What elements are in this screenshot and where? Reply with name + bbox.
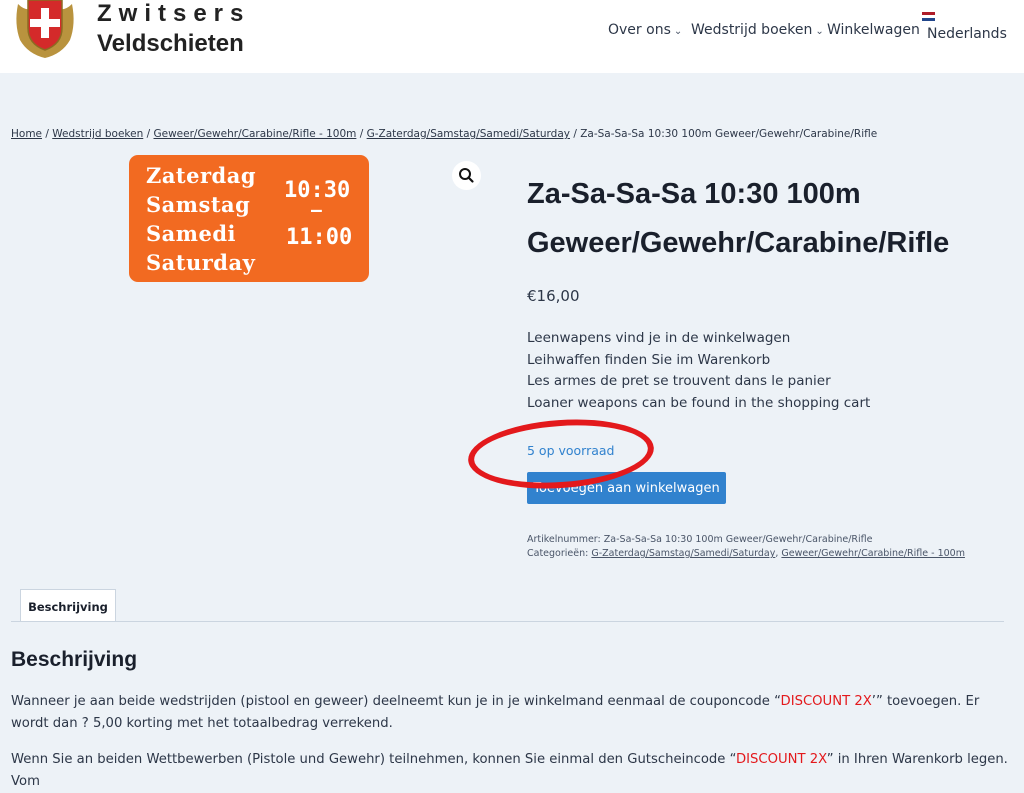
paragraph-text: Wenn Sie an beiden Wettbewerben (Pistole… [11, 752, 737, 767]
description-heading: Beschrijving [11, 648, 138, 671]
day-label: Samedi [146, 221, 237, 246]
description-line: Loaner weapons can be found in the shopp… [527, 395, 871, 412]
sku-label: Artikelnummer: [527, 534, 601, 545]
nav-item-wedstrijd-boeken[interactable]: Wedstrijd boeken ⌄ [691, 22, 824, 38]
breadcrumb-separator: / [45, 128, 49, 140]
categories-label: Categorieën: [527, 548, 589, 559]
product-meta: Artikelnummer: Za-Sa-Sa-Sa 10:30 100m Ge… [527, 533, 965, 561]
breadcrumb-link-rifle[interactable]: Geweer/Gewehr/Carabine/Rifle - 100m [154, 128, 357, 140]
breadcrumb-link-home[interactable]: Home [11, 128, 42, 140]
site-header: Zwitsers Veldschieten Over ons ⌄ Wedstrij… [0, 0, 1024, 73]
zoom-button[interactable] [452, 161, 481, 190]
tabs-divider [11, 621, 1004, 622]
site-logo-line1[interactable]: Zwitsers [97, 0, 250, 28]
breadcrumb-link-saturday[interactable]: G-Zaterdag/Samstag/Samedi/Saturday [367, 128, 570, 140]
day-label: Samstag [146, 192, 251, 217]
product-title: Za-Sa-Sa-Sa 10:30 100m Geweer/Gewehr/Car… [527, 178, 950, 259]
nav-item-label: Wedstrijd boeken [691, 22, 813, 38]
day-label: Zaterdag [146, 163, 257, 188]
description-paragraph-de: Wenn Sie an beiden Wettbewerben (Pistole… [11, 749, 1011, 793]
description-paragraph-nl: Wanneer je aan beide wedstrijden (pistoo… [11, 691, 1011, 735]
product-price: €16,00 [527, 287, 580, 305]
nav-item-label: Over ons [608, 22, 671, 38]
category-link-saturday[interactable]: G-Zaterdag/Samstag/Samedi/Saturday [591, 548, 775, 559]
nav-item-label: Winkelwagen [827, 22, 920, 38]
chevron-down-icon: ⌄ [815, 26, 824, 37]
categories-line: Categorieën: G-Zaterdag/Samstag/Samedi/S… [527, 548, 965, 559]
description-line: Leihwaffen finden Sie im Warenkorb [527, 351, 771, 368]
search-icon [459, 168, 474, 183]
swiss-crest-logo[interactable] [14, 0, 76, 60]
breadcrumb-separator: / [146, 128, 151, 140]
breadcrumb-current: Za-Sa-Sa-Sa 10:30 100m Geweer/Gewehr/Car… [580, 128, 878, 140]
day-label: Saturday [146, 250, 256, 275]
site-logo-line2[interactable]: Veldschieten [97, 30, 244, 58]
breadcrumb-separator: / [359, 128, 364, 140]
product-short-description: Leenwapens vind je in de winkelwagen Lei… [527, 328, 870, 415]
sku-line: Artikelnummer: Za-Sa-Sa-Sa 10:30 100m Ge… [527, 533, 965, 547]
netherlands-flag-icon [922, 12, 935, 21]
coupon-code: DISCOUNT 2X [736, 752, 827, 767]
description-line: Leenwapens vind je in de winkelwagen [527, 330, 791, 346]
nav-item-label: Nederlands [927, 26, 1007, 42]
nav-item-over-ons[interactable]: Over ons ⌄ [608, 22, 682, 38]
time-end: 11:00 [286, 225, 353, 250]
category-link-rifle[interactable]: Geweer/Gewehr/Carabine/Rifle - 100m [781, 548, 965, 559]
breadcrumb-link-wedstrijd-boeken[interactable]: Wedstrijd boeken [52, 128, 143, 140]
product-image-days: Zaterdag Samstag Samedi Saturday [146, 161, 256, 277]
breadcrumb-separator: / [573, 128, 577, 140]
nav-item-winkelwagen[interactable]: Winkelwagen [827, 22, 920, 38]
breadcrumb: Home / Wedstrijd boeken / Geweer/Gewehr/… [11, 128, 877, 140]
description-line: Les armes de pret se trouvent dans le pa… [527, 373, 831, 390]
chevron-down-icon: ⌄ [673, 26, 683, 37]
nav-item-language[interactable]: Nederlands [927, 26, 1007, 42]
coupon-code: DISCOUNT 2X [780, 694, 872, 709]
time-dash: – [311, 200, 322, 221]
paragraph-text: Wanneer je aan beide wedstrijden (pistoo… [11, 694, 781, 709]
product-image[interactable]: Zaterdag Samstag Samedi Saturday 10:30 –… [129, 155, 369, 282]
sku-value: Za-Sa-Sa-Sa 10:30 100m Geweer/Gewehr/Car… [603, 534, 873, 545]
tab-beschrijving[interactable]: Beschrijving [20, 589, 116, 621]
